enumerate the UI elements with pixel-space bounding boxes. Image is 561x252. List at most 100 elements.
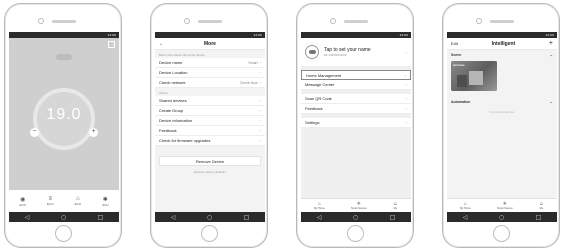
more-header: ← More [155, 38, 265, 50]
bottom-tab-bar: ⌂ My Home ✳ Smart Scenes ☺ Me [447, 198, 557, 212]
power-icon: ◉ [20, 196, 26, 203]
home-nav-icon[interactable]: ○ [61, 214, 66, 221]
add-icon[interactable]: + [549, 40, 553, 47]
section-header-others: Others [159, 91, 169, 95]
remove-device-button[interactable]: Remove Device [159, 156, 261, 166]
more-screen: 12:00 ← More Basic information about the… [155, 32, 265, 222]
front-camera [330, 18, 336, 24]
tray-item-power[interactable]: ◉ ECO [20, 196, 27, 207]
chevron-right-icon: › [405, 120, 407, 125]
tray-item-lock[interactable]: ⌂ ECO [75, 196, 82, 206]
back-nav-icon[interactable]: ◁ [463, 214, 468, 221]
control-tray: ◉ ECO ≡ ECO ⌂ ECO ✱ SCH [9, 190, 119, 212]
tab-my-home[interactable]: ⌂ My Home [460, 201, 471, 210]
row-device-location[interactable]: Device Location › [155, 68, 265, 78]
recent-nav-icon[interactable]: □ [536, 214, 542, 221]
android-nav-bar: ◁ ○ □ [447, 212, 557, 222]
chevron-down-icon: ⌄ [549, 52, 553, 57]
chevron-right-icon: › [259, 138, 261, 143]
temperature-value: 19.0 [46, 106, 82, 123]
phone-intelligent: 12:00 Edit Intelligent + Scene ⌄ at home … [442, 3, 560, 248]
home-button[interactable] [493, 225, 510, 242]
row-settings[interactable]: Settings › [301, 118, 411, 128]
home-button[interactable] [347, 225, 364, 242]
chevron-right-icon: › [259, 98, 261, 103]
android-nav-bar: ◁ ○ □ [9, 212, 119, 222]
automation-section-header[interactable]: Automation ⌄ [447, 97, 557, 106]
recent-nav-icon[interactable]: □ [244, 214, 250, 221]
back-nav-icon[interactable]: ◁ [171, 214, 176, 221]
mode-badge [56, 54, 72, 60]
profile-account: 86-13800000000 [324, 53, 347, 57]
row-device-information[interactable]: Device information › [155, 116, 265, 126]
back-nav-icon[interactable]: ◁ [25, 214, 30, 221]
screenshot-strip: 12:00 ‹ 19.0 − + ◉ ECO ≡ ECO ⌂ ECO ✱ SCH ◁ [0, 0, 561, 252]
chevron-right-icon: › [259, 60, 261, 65]
menu-icon[interactable] [108, 40, 115, 48]
android-nav-bar: ◁ ○ □ [301, 212, 411, 222]
chevron-right-icon: › [405, 82, 407, 87]
tray-item-settings[interactable]: ✱ SCH [102, 196, 108, 207]
tab-my-home[interactable]: ⌂ My Home [314, 201, 325, 210]
speaker-grille [52, 20, 76, 23]
chevron-right-icon: › [259, 128, 261, 133]
increase-button[interactable]: + [89, 128, 98, 137]
home-button[interactable] [55, 225, 72, 242]
row-home-management[interactable]: Home Management › [301, 70, 411, 80]
speaker-grille [490, 20, 514, 23]
restore-defaults-link[interactable]: Restore factory defaults [155, 170, 265, 174]
home-nav-icon[interactable]: ○ [499, 214, 504, 221]
scene-card-label: at home [453, 63, 465, 67]
chevron-right-icon: › [405, 96, 407, 101]
automation-empty-text: No smart devices here [489, 111, 515, 114]
tray-item-mode[interactable]: ≡ ECO [47, 196, 54, 206]
me-screen: 12:00 Tap to set your name 86-1380000000… [301, 32, 411, 222]
row-check-network[interactable]: Check network Check Now › [155, 78, 265, 88]
row-feedback[interactable]: Feedback › [301, 104, 411, 114]
avatar[interactable] [305, 45, 319, 59]
page-title: Intelligent [491, 40, 516, 47]
scene-card[interactable]: at home [451, 61, 497, 91]
android-nav-bar: ◁ ○ □ [155, 212, 265, 222]
chevron-right-icon: › [404, 72, 406, 78]
tab-smart-scenes[interactable]: ✳ Smart Scenes [351, 201, 367, 210]
chevron-right-icon: › [259, 108, 261, 113]
profile-header[interactable]: Tap to set your name 86-13800000000 › [301, 38, 411, 66]
chevron-down-icon: ⌄ [549, 99, 553, 104]
home-nav-icon[interactable]: ○ [207, 214, 212, 221]
chevron-right-icon: › [259, 118, 261, 123]
recent-nav-icon[interactable]: □ [390, 214, 396, 221]
scene-section-header[interactable]: Scene ⌄ [447, 50, 557, 59]
back-nav-icon[interactable]: ◁ [317, 214, 322, 221]
chevron-right-icon: › [405, 49, 407, 55]
row-message-center[interactable]: Message Center › [301, 80, 411, 90]
speaker-grille [344, 20, 368, 23]
decrease-button[interactable]: − [30, 128, 39, 137]
home-nav-icon[interactable]: ○ [353, 214, 358, 221]
bottom-tab-bar: ⌂ My Home ✳ Smart Scenes ☺ Me [301, 198, 411, 212]
phone-more: 12:00 ← More Basic information about the… [150, 3, 268, 248]
row-create-group[interactable]: Create Group › [155, 106, 265, 116]
edit-button[interactable]: Edit [451, 41, 458, 46]
tab-smart-scenes[interactable]: ✳ Smart Scenes [497, 201, 513, 210]
tab-me[interactable]: ☺ Me [539, 201, 544, 210]
tab-me[interactable]: ☺ Me [393, 201, 398, 210]
speaker-grille [198, 20, 222, 23]
row-shared-devices[interactable]: Shared devices › [155, 96, 265, 106]
recent-nav-icon[interactable]: □ [98, 214, 104, 221]
front-camera [476, 18, 482, 24]
temperature-dial[interactable]: 19.0 − + [30, 88, 98, 150]
home-button[interactable] [201, 225, 218, 242]
chevron-right-icon: › [405, 106, 407, 111]
back-icon[interactable]: ‹ [13, 42, 14, 47]
row-scan-qr-code[interactable]: Scan QR Code › [301, 94, 411, 104]
front-camera [184, 18, 190, 24]
page-title: More [204, 40, 216, 47]
row-feedback[interactable]: Feedback › [155, 126, 265, 136]
settings-icon: ✱ [102, 196, 108, 203]
intelligent-header: Edit Intelligent + [447, 38, 557, 50]
row-firmware-upgrade[interactable]: Check for firmware upgrades › [155, 136, 265, 146]
section-header-basic: Basic information about the device [159, 53, 205, 57]
chevron-right-icon: › [259, 80, 261, 85]
row-device-name[interactable]: Device name Smart › [155, 58, 265, 68]
